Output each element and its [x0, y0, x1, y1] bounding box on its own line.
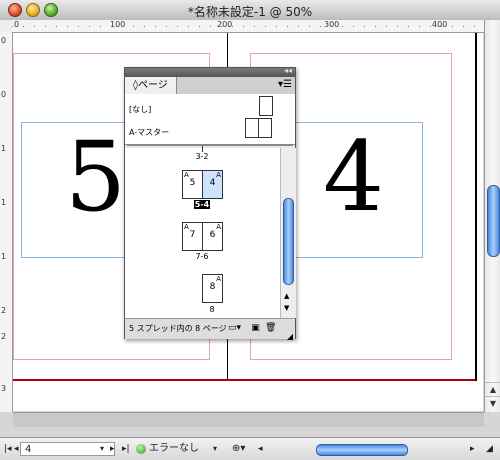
- horizontal-scroll-thumb[interactable]: [316, 444, 408, 456]
- ruler-label: 1: [1, 198, 7, 207]
- vertical-scrollbar[interactable]: ▲ ▼: [484, 20, 500, 412]
- ruler-label: 2: [1, 332, 7, 341]
- scroll-right-arrow[interactable]: ▸: [470, 442, 475, 456]
- spine-mark: [202, 146, 203, 152]
- page-thumbnail-4[interactable]: A 4: [202, 170, 223, 199]
- scroll-up-arrow[interactable]: ▲: [485, 382, 500, 397]
- resize-grip-icon[interactable]: ◢: [287, 327, 293, 347]
- page-thumbnail-6[interactable]: A 6: [202, 222, 223, 251]
- next-page-icon[interactable]: ▸: [110, 442, 115, 456]
- ruler-label: 0: [1, 36, 7, 45]
- scroll-down-arrow[interactable]: ▼: [485, 396, 500, 411]
- trash-icon[interactable]: 🗑: [265, 323, 276, 334]
- collapse-icon[interactable]: ◂◂: [284, 66, 292, 75]
- ruler-label: 400: [432, 20, 448, 29]
- pages-scroll-thumb[interactable]: [283, 198, 294, 285]
- ruler-label: 0: [1, 90, 7, 99]
- page-number: 8: [209, 282, 216, 292]
- left-page-number: 5: [65, 121, 127, 233]
- page-thumbnail-7[interactable]: A 7: [182, 222, 203, 251]
- prev-page-icon[interactable]: ◂: [14, 442, 19, 456]
- resize-grip-icon[interactable]: ◢: [486, 442, 493, 456]
- preflight-status-icon: [136, 444, 146, 454]
- panel-footer: 5 スプレッド内の 8 ページ ▭▾ ▣ 🗑 ◢: [125, 318, 295, 341]
- last-page-icon[interactable]: ▸|: [122, 442, 130, 456]
- scroll-up-arrow[interactable]: ▲: [284, 292, 289, 300]
- master-a-left-thumbnail[interactable]: [245, 118, 259, 138]
- page-thumbnail-8[interactable]: A 8: [202, 274, 223, 303]
- page-number: 6: [209, 230, 216, 240]
- window-titlebar: *名称未設定-1 @ 50%: [0, 0, 500, 21]
- pages-panel[interactable]: ◂◂ ◊ページ ▾☰ [なし] A-マスター 3-2 A 5 A 4 5-4 A…: [124, 66, 296, 341]
- first-page-icon[interactable]: |◂: [4, 442, 12, 456]
- page-dropdown-icon[interactable]: ▾: [100, 442, 104, 456]
- panel-drag-bar[interactable]: ◂◂: [125, 66, 295, 77]
- spread-label-5-4[interactable]: 5-4: [194, 200, 210, 209]
- ruler-label: 0: [14, 20, 20, 29]
- spread-label-8[interactable]: 8: [192, 305, 232, 314]
- page-number: 4: [209, 178, 216, 188]
- panel-tab-row: ◊ページ ▾☰: [125, 77, 295, 95]
- error-dropdown-icon[interactable]: ▾: [213, 442, 217, 456]
- page-size-icon[interactable]: ▭▾: [228, 323, 241, 334]
- ruler-label: 1: [1, 144, 7, 153]
- ruler-label: 1: [1, 252, 7, 261]
- error-status-text: エラーなし: [149, 443, 199, 454]
- page-number: 7: [189, 230, 196, 240]
- right-page-number: 4: [323, 121, 385, 233]
- ruler-label: 100: [110, 20, 126, 29]
- ruler-label: 3: [1, 384, 7, 393]
- status-bar: |◂ ◂ 4 ▾ ▸ ▸| エラーなし ▾ ⊕▾ ◂ ▸ ◢: [0, 437, 500, 460]
- scroll-down-arrow[interactable]: ▼: [284, 304, 289, 312]
- horizontal-ruler[interactable]: 0 100 200 300 400: [12, 20, 484, 33]
- ruler-label: 2: [1, 306, 7, 315]
- page-count-text: 5 スプレッド内の 8 ページ: [129, 324, 227, 333]
- open-document-icon[interactable]: ⊕▾: [232, 442, 245, 456]
- vertical-ruler[interactable]: 0 0 1 1 1 2 2 3: [0, 32, 13, 412]
- scroll-left-arrow[interactable]: ◂: [258, 442, 263, 456]
- pages-list[interactable]: 3-2 A 5 A 4 5-4 A 7 A 6 7-6 A 8 8: [125, 146, 280, 318]
- pasteboard-edge: [13, 412, 484, 427]
- spread-label-7-6[interactable]: 7-6: [182, 252, 222, 261]
- master-a-label[interactable]: A-マスター: [129, 127, 169, 138]
- master-none-label[interactable]: [なし]: [129, 104, 151, 115]
- panel-menu-icon[interactable]: ▾☰: [278, 79, 292, 90]
- bleed-guide: [13, 379, 475, 381]
- ruler-label: 300: [324, 20, 340, 29]
- master-none-thumbnail[interactable]: [259, 96, 273, 116]
- new-page-icon[interactable]: ▣: [250, 323, 261, 334]
- master-a-right-thumbnail[interactable]: [258, 118, 272, 138]
- vertical-scroll-thumb[interactable]: [487, 185, 500, 257]
- spread-edge: [475, 33, 477, 381]
- master-pages-section: [なし] A-マスター: [125, 94, 295, 145]
- window-title: *名称未設定-1 @ 50%: [187, 5, 313, 19]
- page-thumbnail-5[interactable]: A 5: [182, 170, 203, 199]
- page-number: 5: [189, 178, 196, 188]
- pages-scrollbar[interactable]: ▲ ▼: [280, 148, 296, 318]
- spread-label-3-2[interactable]: 3-2: [182, 152, 222, 161]
- section-divider[interactable]: [127, 144, 293, 146]
- tab-pages[interactable]: ◊ページ: [125, 77, 177, 94]
- ruler-label: 200: [217, 20, 233, 29]
